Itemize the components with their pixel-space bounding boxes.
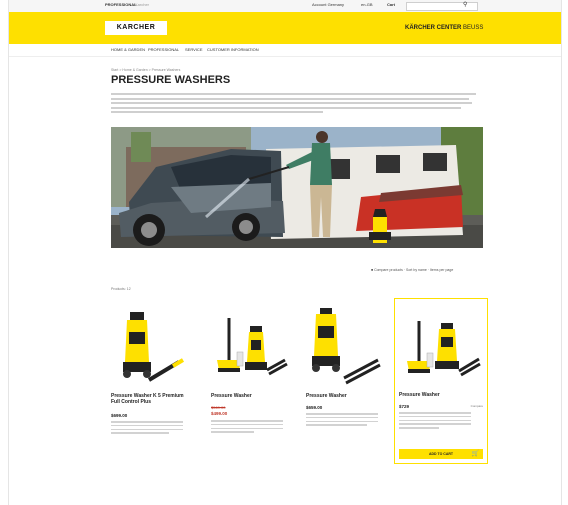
add-to-cart-label: ADD TO CART [428, 452, 454, 456]
nav-home-garden[interactable]: HOME & GARDEN [111, 47, 145, 52]
category-description [111, 93, 476, 116]
nav-service[interactable]: SERVICE [185, 47, 203, 52]
product-image[interactable] [304, 300, 384, 390]
product-price: $729 [399, 404, 410, 409]
professional-link[interactable]: PROFESSIONAL [105, 2, 137, 7]
product-image[interactable] [209, 300, 289, 390]
product-name[interactable]: Pressure Washer [399, 392, 475, 398]
nav-professional[interactable]: PROFESSIONAL [148, 47, 179, 52]
listing-controls[interactable]: ■ Compare products · Sort by name · Item… [371, 268, 453, 272]
nav-customer-information[interactable]: CUSTOMER INFORMATION [207, 47, 259, 52]
product-image[interactable] [109, 300, 189, 390]
karcher-logo[interactable]: KARCHER [105, 21, 167, 35]
center-name: KÄRCHER CENTER [405, 25, 462, 31]
hero-image [111, 127, 483, 248]
product-name[interactable]: Pressure Washer [306, 393, 382, 399]
page-title: PRESSURE WASHERS [111, 74, 231, 86]
page-frame: PROFESSIONAL Karcher Account Germany en-… [8, 0, 562, 505]
product-card[interactable]: Pressure Washer $569.00 $499.00 [209, 300, 289, 460]
product-name[interactable]: Pressure Washer K 5 Premium Full Control… [111, 393, 187, 405]
search-icon[interactable]: ⚲ [463, 1, 467, 8]
professional-sub: Karcher [135, 2, 150, 7]
product-price: $659.00 [306, 405, 323, 410]
product-card[interactable]: Pressure Washer $659.00 [304, 300, 384, 460]
account-link[interactable]: Account Germany [312, 2, 344, 7]
product-sale-price: $499.00 [211, 411, 228, 416]
product-price: $699.00 [111, 413, 128, 418]
product-description [211, 420, 283, 435]
cart-link[interactable]: Cart [387, 2, 395, 7]
product-name[interactable]: Pressure Washer [211, 393, 287, 399]
product-old-price: $569.00 [211, 405, 226, 410]
product-card-highlighted[interactable]: Pressure Washer $729 Compare ADD TO CART… [394, 298, 488, 464]
product-card[interactable]: Pressure Washer K 5 Premium Full Control… [109, 300, 189, 460]
compare-checkbox[interactable]: Compare [471, 404, 483, 408]
results-count: Products: 12 [111, 287, 131, 291]
center-link[interactable]: KÄRCHER CENTER BEUSS [405, 25, 483, 31]
center-location: BEUSS [463, 25, 484, 31]
product-image[interactable] [401, 299, 481, 389]
product-description [111, 421, 183, 436]
country-selector[interactable]: en-GB [361, 2, 373, 7]
breadcrumb[interactable]: Start > Home & Garden > Pressure Washers [111, 68, 180, 72]
main-nav: HOME & GARDEN PROFESSIONAL SERVICE CUSTO… [9, 44, 561, 57]
add-to-cart-button[interactable]: ADD TO CART 🛒 [399, 449, 483, 459]
product-description [306, 413, 378, 428]
cart-icon: 🛒 [471, 451, 479, 457]
product-description [399, 412, 471, 431]
